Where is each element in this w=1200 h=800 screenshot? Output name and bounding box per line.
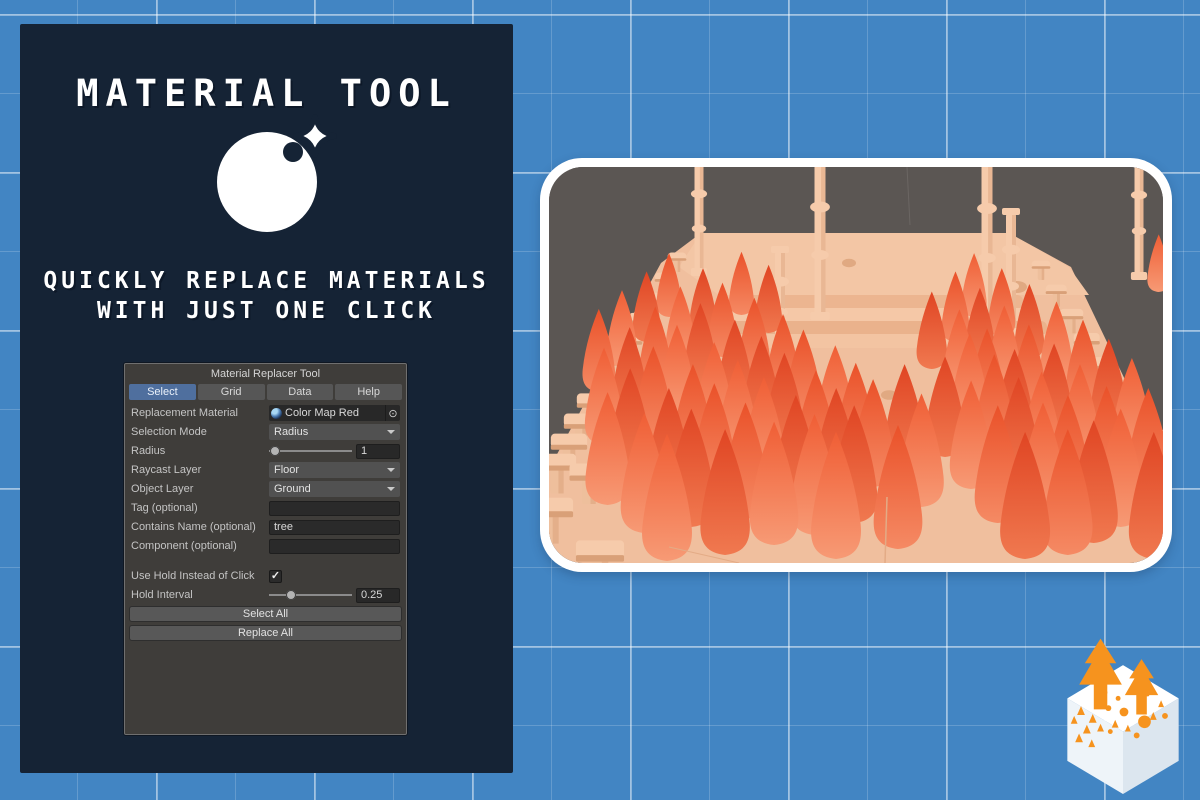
use-hold-checkbox[interactable]: ✓: [269, 569, 282, 583]
tab-help[interactable]: Help: [335, 384, 402, 400]
hold-interval-value-field[interactable]: 0.25: [356, 587, 400, 603]
material-asset-icon: [271, 407, 282, 419]
tab-select[interactable]: Select: [129, 384, 196, 400]
selection-mode-dropdown[interactable]: Radius: [269, 424, 400, 440]
tab-grid[interactable]: Grid: [197, 384, 265, 400]
scene-screenshot: [549, 167, 1163, 563]
tag-label: Tag (optional): [131, 502, 198, 514]
radius-slider[interactable]: [269, 443, 352, 459]
hold-interval-slider[interactable]: [269, 587, 352, 603]
tool-window-tabs: Select Grid Data Help: [129, 384, 402, 400]
object-picker-icon[interactable]: ⊙: [385, 405, 400, 421]
tool-window-title: Material Replacer Tool: [210, 368, 321, 380]
replacement-material-value: Color Map Red: [285, 407, 359, 419]
replace-all-button[interactable]: Replace All: [129, 625, 402, 641]
selection-mode-label: Selection Mode: [131, 426, 207, 438]
component-input[interactable]: [269, 538, 400, 554]
chevron-down-icon: [387, 487, 395, 491]
tab-data[interactable]: Data: [266, 384, 334, 400]
select-all-button[interactable]: Select All: [129, 606, 402, 622]
material-replacer-tool-window: Material Replacer Tool Select Grid Data …: [124, 363, 407, 735]
contains-name-label: Contains Name (optional): [131, 521, 256, 533]
tag-input[interactable]: [269, 500, 400, 516]
hold-interval-slider-knob[interactable]: [286, 590, 296, 600]
publisher-cube-logo: [1067, 638, 1179, 795]
chevron-down-icon: [387, 430, 395, 434]
replacement-material-field[interactable]: Color Map Red ⊙: [269, 405, 400, 421]
use-hold-label: Use Hold Instead of Click: [131, 570, 255, 582]
forest-scene-image: [549, 167, 1163, 563]
tagline-line1: QUICKLY REPLACE MATERIALS: [43, 268, 490, 294]
hero-panel: MATERIAL TOOL QUICKLY REPLACE MATERIALS …: [20, 24, 513, 773]
contains-name-input[interactable]: tree: [269, 519, 400, 535]
hold-interval-label: Hold Interval: [131, 589, 193, 601]
tagline-line2: WITH JUST ONE CLICK: [96, 298, 437, 324]
radius-label: Radius: [131, 445, 166, 457]
replacement-material-label: Replacement Material: [131, 407, 238, 419]
radius-slider-knob[interactable]: [270, 446, 280, 456]
object-layer-label: Object Layer: [131, 483, 194, 495]
hero-tagline: QUICKLY REPLACE MATERIALS WITH JUST ONE …: [20, 266, 513, 326]
raycast-layer-label: Raycast Layer: [131, 464, 202, 476]
raycast-layer-dropdown[interactable]: Floor: [269, 462, 400, 478]
hero-title: MATERIAL TOOL: [76, 72, 457, 115]
scene-screenshot-frame: [540, 158, 1172, 572]
chevron-down-icon: [387, 468, 395, 472]
material-sphere-icon: [217, 114, 337, 232]
object-layer-dropdown[interactable]: Ground: [269, 481, 400, 497]
component-label: Component (optional): [131, 540, 237, 552]
radius-value-field[interactable]: 1: [356, 443, 400, 459]
